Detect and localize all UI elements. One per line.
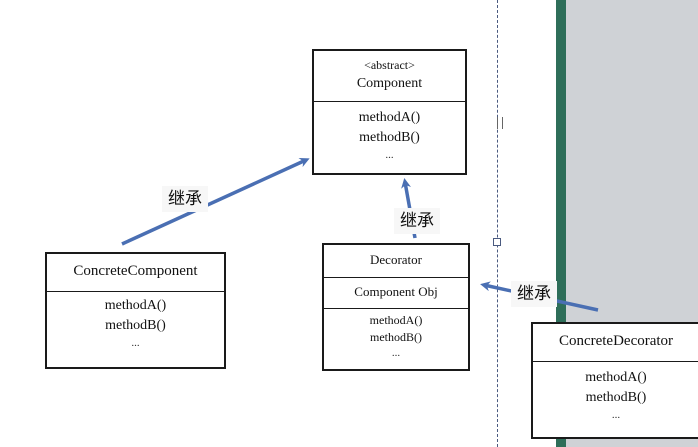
component-class-box: <abstract> Component methodA() methodB()… bbox=[312, 49, 467, 175]
method-ellipsis: ... bbox=[131, 337, 140, 349]
inherit-label: 继承 bbox=[394, 208, 440, 234]
method-item: methodA() bbox=[585, 370, 647, 385]
method-ellipsis: ... bbox=[385, 149, 394, 161]
inherit-label: 继承 bbox=[162, 186, 208, 212]
methods-section: methodA() methodB() ... bbox=[314, 101, 465, 162]
class-name: Decorator bbox=[370, 252, 422, 267]
method-item: methodB() bbox=[359, 130, 420, 145]
inherit-label: 继承 bbox=[511, 281, 557, 307]
diagram-canvas: <abstract> Component methodA() methodB()… bbox=[0, 0, 698, 447]
method-item: methodA() bbox=[358, 110, 421, 125]
method-item: methodB() bbox=[585, 390, 647, 405]
class-name: Component bbox=[356, 76, 423, 91]
methods-section: methodA() methodB() ... bbox=[533, 361, 698, 422]
method-ellipsis: ... bbox=[611, 409, 621, 421]
class-name: ConcreteDecorator bbox=[558, 333, 674, 349]
concrete-component-class-box: ConcreteComponent methodA() methodB() ..… bbox=[45, 252, 226, 369]
class-header: <abstract> Component bbox=[314, 51, 465, 101]
methods-section: methodA() methodB() ... bbox=[47, 291, 224, 350]
stereotype-label: <abstract> bbox=[364, 58, 415, 72]
class-name: ConcreteComponent bbox=[73, 263, 198, 279]
method-item: methodB() bbox=[370, 330, 422, 344]
field-section: Component Obj bbox=[324, 277, 468, 308]
method-ellipsis: ... bbox=[391, 347, 401, 359]
decorator-class-box: Decorator Component Obj methodA() method… bbox=[322, 243, 470, 371]
method-item: methodA() bbox=[369, 313, 423, 327]
method-item: methodA() bbox=[104, 298, 167, 313]
method-item: methodB() bbox=[105, 318, 166, 333]
concrete-decorator-class-box: ConcreteDecorator methodA() methodB() ..… bbox=[531, 322, 698, 439]
methods-section: methodA() methodB() ... bbox=[324, 308, 468, 360]
inherit-arrow-concrete-component bbox=[121, 157, 310, 246]
